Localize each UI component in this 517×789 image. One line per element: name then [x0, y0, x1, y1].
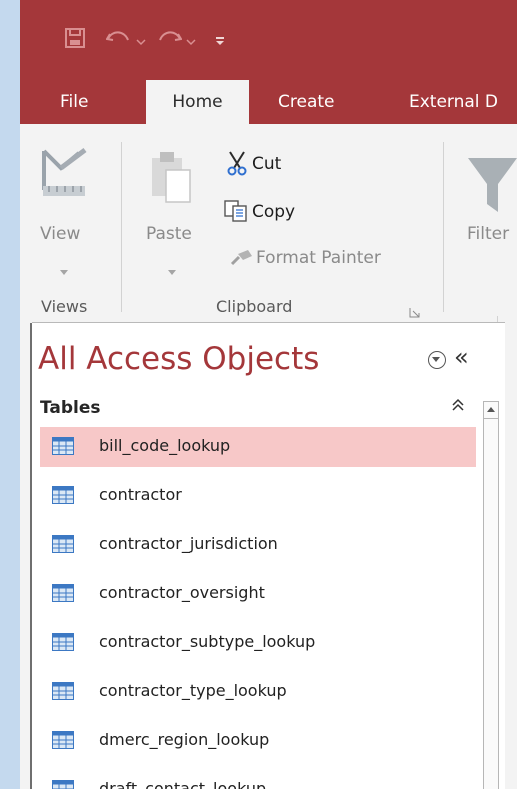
table-icon — [52, 633, 74, 655]
redo-button[interactable] — [156, 18, 183, 62]
shutter-bar-collapse-button[interactable]: « — [454, 343, 469, 371]
table-name: bill_code_lookup — [99, 436, 231, 455]
vertical-scrollbar[interactable] — [483, 401, 499, 789]
table-name: contractor_type_lookup — [99, 681, 287, 700]
undo-icon — [105, 28, 132, 52]
table-name: contractor_oversight — [99, 583, 265, 602]
list-item[interactable]: contractor_type_lookup — [40, 672, 476, 712]
undo-dropdown[interactable] — [136, 18, 146, 62]
undo-button[interactable] — [105, 18, 132, 62]
list-item[interactable]: draft_contact_lookup — [40, 770, 476, 789]
filter-icon — [468, 158, 517, 218]
ribbon-tab-bar: File Home Create External D — [20, 80, 517, 124]
copy-label: Copy — [252, 202, 296, 222]
tab-create[interactable]: Create — [278, 80, 335, 124]
table-icon — [52, 486, 74, 508]
table-name: draft_contact_lookup — [99, 779, 267, 789]
ribbon-separator — [121, 142, 122, 312]
quick-access-toolbar — [20, 0, 517, 80]
scroll-up-arrow-icon[interactable] — [484, 402, 498, 419]
double-chevron-up-icon — [452, 397, 464, 417]
table-name: contractor_subtype_lookup — [99, 632, 316, 651]
tab-home[interactable]: Home — [146, 80, 249, 124]
chevron-down-icon — [168, 261, 176, 280]
tab-external-data[interactable]: External D — [409, 80, 498, 124]
group-label-clipboard: Clipboard — [216, 297, 293, 316]
tab-file[interactable]: File — [60, 80, 88, 124]
list-item[interactable]: contractor — [40, 476, 476, 516]
paintbrush-icon — [230, 248, 254, 270]
customize-qat-button[interactable] — [214, 18, 226, 62]
access-window: File Home Create External D View Paste C… — [20, 0, 517, 789]
clipboard-dialog-launcher[interactable] — [409, 304, 421, 323]
scissors-icon — [225, 150, 249, 180]
group-label: Tables — [40, 398, 101, 418]
table-icon — [52, 731, 74, 753]
view-label: View — [40, 224, 81, 244]
redo-icon — [156, 28, 183, 52]
copy-icon — [224, 200, 248, 226]
table-icon — [52, 437, 74, 459]
table-name: dmerc_region_lookup — [99, 730, 270, 749]
ribbon: View Paste Cut Copy Format Painter Filte… — [20, 124, 517, 322]
group-label-views: Views — [41, 297, 88, 316]
paste-label: Paste — [146, 224, 192, 244]
table-icon — [52, 584, 74, 606]
format-painter-label: Format Painter — [256, 248, 381, 268]
list-item[interactable]: contractor_subtype_lookup — [40, 623, 476, 663]
pane-menu-button[interactable] — [428, 351, 446, 369]
customize-icon — [214, 31, 226, 50]
table-name: contractor_jurisdiction — [99, 534, 278, 553]
navigation-pane: All Access Objects « Tables bill_code_lo… — [32, 322, 505, 789]
save-button[interactable] — [64, 18, 86, 62]
chevron-down-icon — [186, 31, 196, 50]
list-item[interactable]: bill_code_lookup — [40, 427, 476, 467]
paste-icon — [150, 148, 192, 208]
design-view-icon — [41, 148, 89, 202]
table-icon — [52, 682, 74, 704]
dialog-launcher-icon — [409, 308, 420, 318]
table-icon — [52, 780, 74, 789]
save-icon — [64, 27, 86, 53]
filter-label: Filter — [467, 224, 510, 244]
redo-dropdown[interactable] — [186, 18, 196, 62]
chevron-down-icon — [60, 261, 68, 280]
ribbon-separator — [443, 142, 444, 312]
table-icon — [52, 535, 74, 557]
cut-label: Cut — [252, 154, 282, 174]
chevron-down-icon — [136, 31, 146, 50]
table-name: contractor — [99, 485, 182, 504]
pane-title[interactable]: All Access Objects — [38, 341, 319, 377]
list-item[interactable]: contractor_oversight — [40, 574, 476, 614]
list-item[interactable]: contractor_jurisdiction — [40, 525, 476, 565]
group-header-tables[interactable]: Tables — [38, 395, 468, 425]
list-item[interactable]: dmerc_region_lookup — [40, 721, 476, 761]
